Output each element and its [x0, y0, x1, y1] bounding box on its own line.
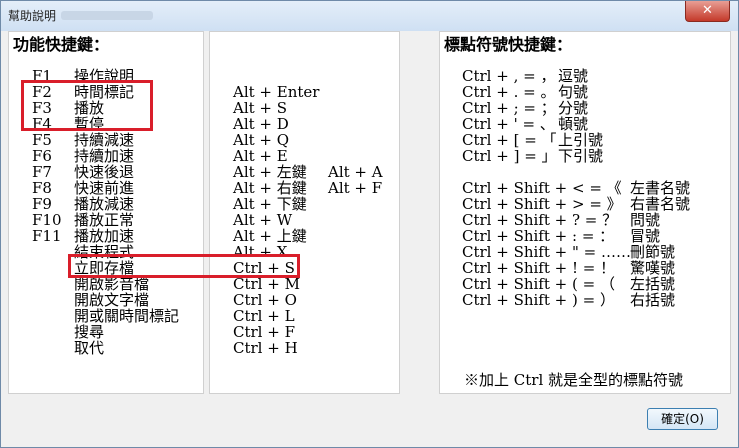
function-key-label: F6: [32, 147, 52, 165]
punctuation-key: Ctrl + Shift + ( = （: [462, 275, 615, 293]
shortcut-key: Alt + W: [233, 211, 293, 229]
function-name: 快速後退: [74, 163, 135, 181]
shortcut-key: Alt + D: [233, 115, 289, 133]
punctuation-key: Ctrl + ; = ；: [462, 99, 556, 117]
shortcut-key: Alt + 下鍵: [233, 195, 307, 213]
function-name: 快速前進: [74, 179, 135, 197]
shortcut-key: Alt + 左鍵: [233, 163, 307, 181]
function-name: 開或關時間標記: [74, 307, 180, 325]
punctuation-key: Ctrl + . = 。: [462, 83, 556, 101]
alt-shortcut-key: Alt + A: [328, 163, 383, 181]
punctuation-name: 下引號: [558, 147, 604, 165]
function-key-label: F9: [32, 195, 52, 213]
punctuation-name: 問號: [630, 211, 661, 229]
shortcut-key: Alt + E: [233, 147, 288, 165]
function-name: 持續加速: [74, 147, 135, 165]
function-name: 播放正常: [74, 211, 135, 229]
window-title: 幫助說明: [8, 9, 57, 23]
punctuation-name: 右括號: [630, 291, 676, 309]
punctuation-panel: 標點符號快捷鍵： Ctrl + , = ，逗號 Ctrl + . = 。句號 Ctr…: [439, 31, 731, 394]
function-key-label: F7: [32, 163, 52, 181]
fullwidth-note: ※加上 Ctrl 就是全型的標點符號: [464, 371, 684, 389]
punctuation-key: Ctrl + Shift + " = ……: [462, 243, 631, 261]
punctuation-key: Ctrl + Shift + > = 》: [462, 195, 622, 213]
alt-shortcut-key: Alt + F: [328, 179, 383, 197]
function-name: 開啟影音檔: [74, 275, 150, 293]
function-name: 播放減速: [74, 195, 135, 213]
punctuation-key: Ctrl + Shift + ? = ？: [462, 211, 618, 229]
ok-button[interactable]: 確定(O): [647, 408, 718, 430]
punctuation-key: Ctrl + Shift + ) = ）: [462, 291, 615, 309]
shortcut-key: Ctrl + M: [233, 275, 300, 293]
shortcut-key: Ctrl + O: [233, 291, 297, 309]
function-name: 播放加速: [74, 227, 135, 245]
shortcut-key: Alt + Enter: [233, 83, 320, 101]
punctuation-key: Ctrl + Shift + < = 《: [462, 179, 622, 197]
shortcut-key: Alt + Q: [233, 131, 290, 149]
function-keys-heading: 功能快捷鍵：: [13, 35, 110, 54]
function-name: 取代: [74, 339, 105, 357]
function-key-label: F10: [32, 211, 62, 229]
punctuation-key: Ctrl + Shift + : = ：: [462, 227, 615, 245]
shortcut-key: Ctrl + H: [233, 339, 298, 357]
shortcut-panel: Alt + Enter Alt + S Alt + D Alt + Q Alt + EA…: [209, 31, 400, 394]
punctuation-key: Ctrl + ' = 、: [462, 115, 555, 133]
punctuation-name: 頓號: [558, 115, 589, 133]
highlight-box-f2-f4: [21, 80, 153, 131]
punctuation-name: 左書名號: [630, 179, 691, 197]
punctuation-key: Ctrl + [ = 「: [462, 131, 557, 149]
close-button[interactable]: ✕: [685, 1, 730, 22]
function-name: 持續減速: [74, 131, 135, 149]
shortcut-key: Alt + 右鍵: [233, 179, 307, 197]
shortcut-key: Ctrl + F: [233, 323, 295, 341]
function-key-label: F8: [32, 179, 52, 197]
punctuation-name: 右書名號: [630, 195, 691, 213]
function-key-label: F5: [32, 131, 52, 149]
punctuation-name: 刪節號: [630, 243, 676, 261]
function-name: 搜尋: [74, 323, 105, 341]
function-key-label: F11: [32, 227, 62, 245]
punctuation-name: 分號: [558, 99, 589, 117]
shortcut-key: Alt + 上鍵: [233, 227, 307, 245]
highlight-box-save: [68, 254, 300, 278]
blurred-title-text: [61, 11, 153, 20]
punctuation-key: Ctrl + , = ，: [462, 67, 556, 85]
punctuation-name: 逗號: [558, 67, 589, 85]
function-name: 開啟文字檔: [74, 291, 150, 309]
punctuation-name: 上引號: [558, 131, 604, 149]
punctuation-name: 左括號: [630, 275, 676, 293]
shortcut-key: Alt + S: [233, 99, 288, 117]
help-dialog: 幫助說明 ✕ 功能快捷鍵： F1 F2 F3 F4 F5 F6 F7 F8 F9 F10 F11 操…: [0, 0, 739, 448]
punctuation-key: Ctrl + Shift + ! = ！: [462, 259, 616, 277]
punctuation-name: 驚嘆號: [630, 259, 676, 277]
shortcut-key: Ctrl + L: [233, 307, 295, 325]
title-bar[interactable]: 幫助說明 ✕: [1, 1, 738, 31]
punctuation-name: 冒號: [630, 227, 661, 245]
punctuation-heading: 標點符號快捷鍵：: [444, 35, 573, 54]
punctuation-key: Ctrl + ] = 」: [462, 147, 557, 165]
punctuation-name: 句號: [558, 83, 589, 101]
